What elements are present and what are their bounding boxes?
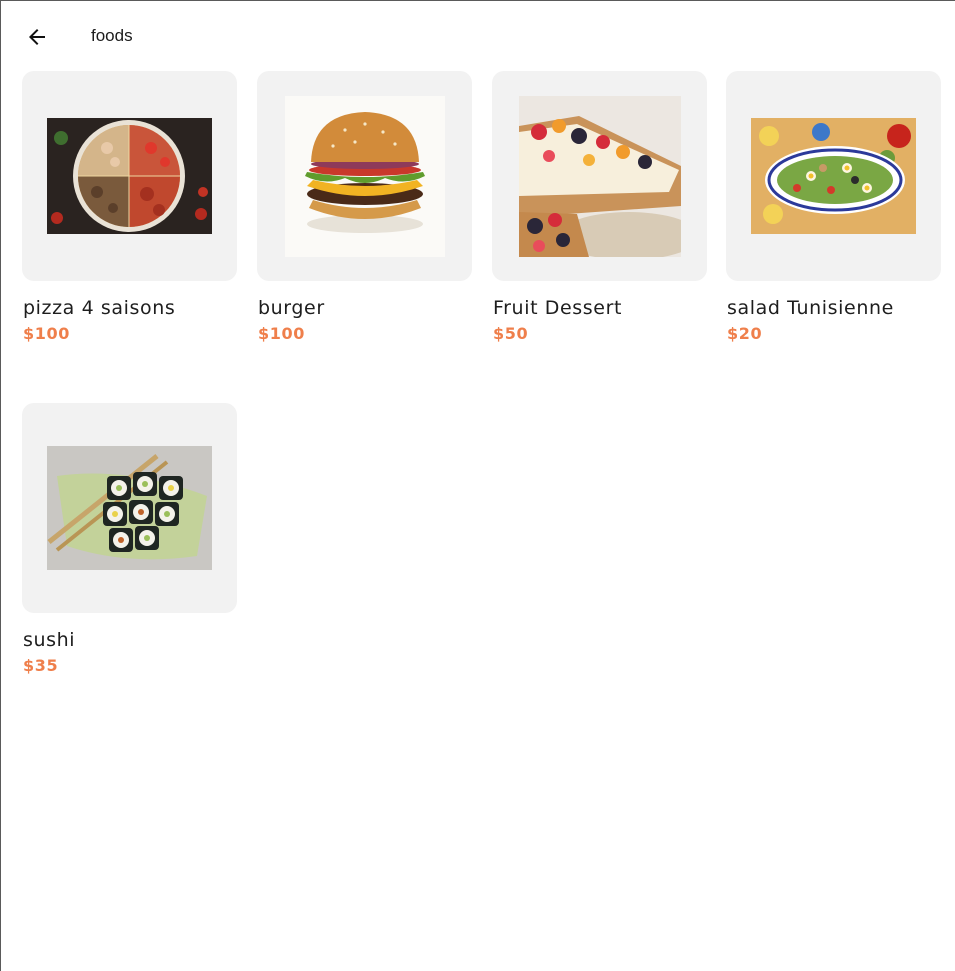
food-price: $20 [727,324,763,343]
food-card[interactable]: salad Tunisienne $20 [726,71,941,343]
food-name: burger [258,297,325,319]
salad-image [751,118,916,234]
food-name: pizza 4 saisons [23,297,176,319]
food-price: $35 [23,656,59,675]
arrow-left-icon [29,29,45,45]
food-image-box[interactable] [257,71,472,281]
food-card[interactable]: pizza 4 saisons $100 [22,71,237,343]
food-image-box[interactable] [22,71,237,281]
app-bar: foods [1,1,955,71]
food-price: $100 [23,324,70,343]
back-button[interactable] [19,19,55,55]
sushi-image [47,446,212,570]
food-image-box[interactable] [492,71,707,281]
food-card[interactable]: Fruit Dessert $50 [492,71,707,343]
fruit-tart-image [518,95,681,257]
burger-image [284,95,445,257]
pizza-image [47,118,212,234]
app-window: foods pizza 4 saisons $100 burger $100 F… [0,0,955,971]
food-card[interactable]: sushi $35 [22,403,237,675]
food-price: $50 [493,324,529,343]
food-card[interactable]: burger $100 [257,71,472,343]
food-name: Fruit Dessert [493,297,623,319]
food-name: salad Tunisienne [727,297,894,319]
food-image-box[interactable] [22,403,237,613]
food-price: $100 [258,324,305,343]
page-title: foods [91,26,133,45]
food-name: sushi [23,629,76,651]
food-image-box[interactable] [726,71,941,281]
